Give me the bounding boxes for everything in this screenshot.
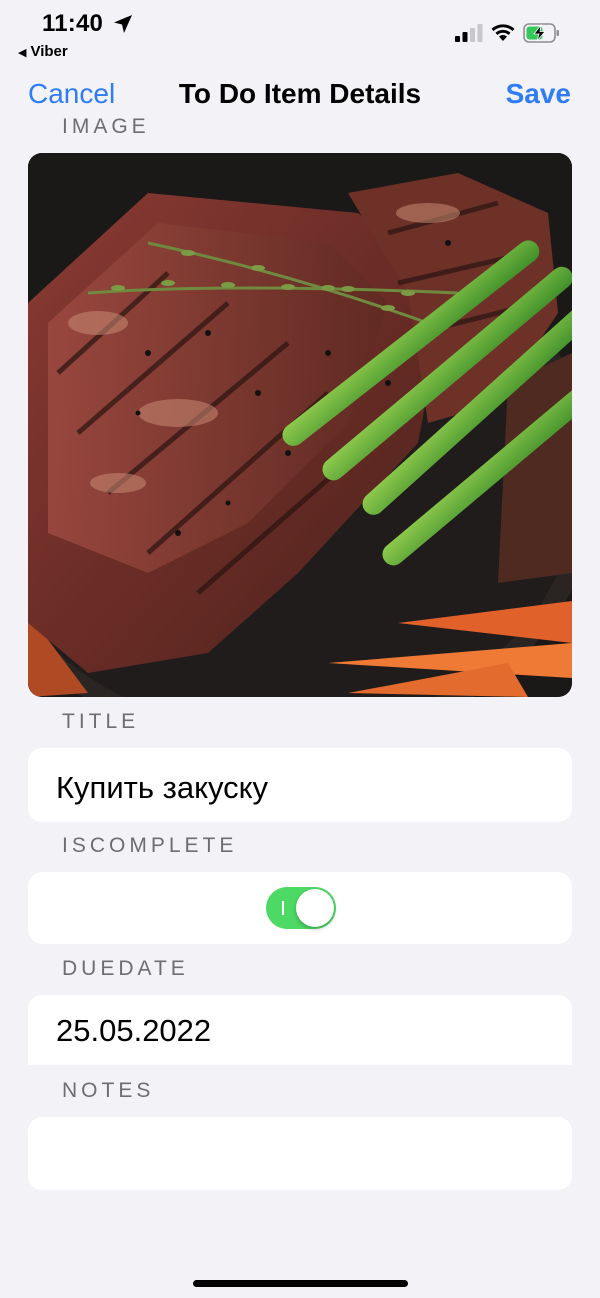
home-indicator[interactable]: [193, 1280, 408, 1287]
image-section-label: IMAGE: [62, 115, 150, 138]
iscomplete-toggle[interactable]: [266, 887, 336, 929]
location-arrow-icon: [114, 15, 132, 33]
cellular-signal-icon: [455, 24, 483, 42]
title-section-label: TITLE: [62, 710, 140, 733]
wifi-icon: [491, 24, 515, 41]
iscomplete-row: [28, 872, 572, 944]
duedate-value: 25.05.2022: [56, 1013, 212, 1048]
title-field[interactable]: Купить закуску: [28, 748, 572, 822]
notes-field[interactable]: [28, 1117, 572, 1190]
title-value: Купить закуску: [56, 770, 269, 805]
steak-photo: [28, 153, 572, 697]
duedate-field[interactable]: 25.05.2022: [28, 995, 572, 1065]
notes-section-label: NOTES: [62, 1079, 155, 1102]
iscomplete-section-label: ISCOMPLETE: [62, 834, 238, 857]
back-app-label: Viber: [30, 43, 68, 60]
save-button[interactable]: Save: [506, 78, 571, 110]
status-time: 11:40: [42, 10, 104, 37]
duedate-section-label: DUEDATE: [62, 957, 189, 980]
toggle-knob: [296, 889, 334, 927]
back-to-app-link[interactable]: ◀ Viber: [18, 43, 68, 60]
battery-charging-icon: [523, 23, 559, 43]
toggle-on-mark-icon: [282, 901, 284, 915]
back-triangle-icon: ◀: [18, 47, 27, 59]
item-image[interactable]: [28, 153, 572, 697]
